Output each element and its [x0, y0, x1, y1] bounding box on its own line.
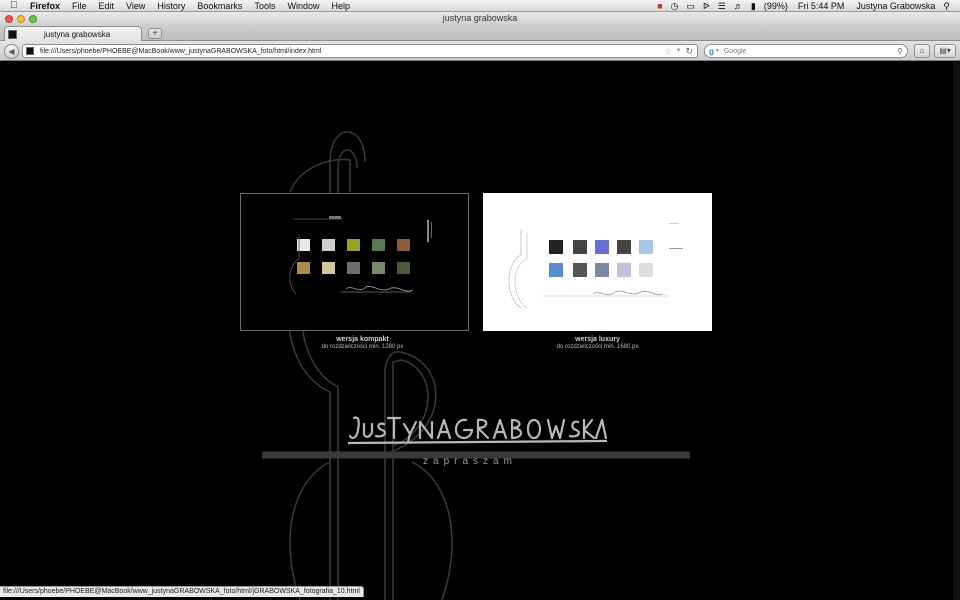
menu-history[interactable]: History: [157, 0, 185, 12]
page-content: wersja kompakt do rozdzielczości min. 12…: [0, 62, 960, 600]
time-machine-icon[interactable]: ◷: [671, 0, 679, 12]
tab-justyna-grabowska[interactable]: justyna grabowska: [4, 26, 142, 41]
thumbnail-luxury[interactable]: [483, 193, 712, 331]
menu-edit[interactable]: Edit: [99, 0, 115, 12]
monogram-lower-bowl: [289, 461, 331, 600]
battery-icon[interactable]: ▮: [751, 0, 756, 12]
spotlight-icon[interactable]: ⚲: [943, 0, 950, 12]
close-window-button[interactable]: [5, 14, 13, 23]
monogram-decoration: [262, 131, 690, 600]
window-titlebar: justyna grabowska: [0, 12, 960, 25]
favicon-icon: [8, 29, 17, 39]
menu-bar:  Firefox File Edit View History Bookmar…: [0, 0, 960, 12]
search-engine-dropdown-icon[interactable]: ▼: [715, 48, 720, 54]
bookmark-star-icon[interactable]: ☆: [664, 46, 672, 57]
tab-bar: justyna grabowska +: [0, 25, 960, 41]
menu-bookmarks[interactable]: Bookmarks: [197, 0, 242, 12]
menu-file[interactable]: File: [72, 0, 87, 12]
page-edge: [953, 62, 960, 600]
option-luxury-caption[interactable]: wersja luxury do rozdzielczości min. 168…: [483, 336, 712, 350]
zoom-window-button[interactable]: [29, 14, 37, 23]
signature-logo: [348, 416, 608, 445]
menu-tools[interactable]: Tools: [254, 0, 275, 12]
url-text[interactable]: file:///Users/phoebe/PHOEBE@MacBook/www_…: [40, 48, 321, 55]
user-name[interactable]: Justyna Grabowska: [856, 1, 935, 11]
app-status-icon[interactable]: ■: [657, 0, 662, 12]
window-title: justyna grabowska: [442, 13, 518, 23]
display-icon[interactable]: ▭: [686, 0, 695, 12]
back-button[interactable]: ◀: [4, 44, 19, 59]
window-controls: [5, 14, 41, 23]
monogram-top-hook: [289, 158, 351, 193]
search-bar[interactable]: g ▼ ⚲: [704, 44, 908, 58]
monogram-right-inner: [392, 359, 429, 600]
search-engine-icon[interactable]: g: [709, 47, 714, 56]
home-button[interactable]: ⌂: [914, 44, 930, 58]
volume-icon[interactable]: ♬: [734, 0, 743, 12]
thumbnail-kompakt[interactable]: [240, 193, 469, 331]
wifi-icon[interactable]: ☰: [718, 0, 726, 12]
option-luxury-title[interactable]: wersja luxury: [483, 336, 712, 343]
status-menus: ■ ◷ ▭ ᐉ ☰ ♬ ▮ (99%) Fri 5:44 PM Justyna …: [649, 0, 960, 12]
tab-label: justyna grabowska: [44, 29, 111, 39]
apple-icon[interactable]: : [10, 0, 22, 12]
menu-help[interactable]: Help: [331, 0, 350, 12]
status-bar-link-preview: file:///Users/phoebe/PHOEBE@MacBook/www_…: [0, 586, 364, 597]
url-history-dropdown-icon[interactable]: ▼: [676, 48, 682, 54]
navigation-toolbar: ◀ file:///Users/phoebe/PHOEBE@MacBook/ww…: [0, 41, 960, 61]
welcome-link[interactable]: zapraszam: [380, 456, 560, 467]
option-kompakt-caption[interactable]: wersja kompakt do rozdzielczości min. 12…: [248, 336, 477, 350]
kompakt-preview-image: [289, 216, 432, 295]
new-tab-button[interactable]: +: [148, 28, 162, 39]
reload-icon[interactable]: ↻: [685, 46, 693, 57]
url-bar[interactable]: file:///Users/phoebe/PHOEBE@MacBook/www_…: [22, 44, 698, 58]
option-kompakt-title[interactable]: wersja kompakt: [248, 336, 477, 343]
sidebar-toggle-button[interactable]: ▤▾: [934, 44, 956, 58]
luxury-preview-image: [508, 223, 683, 309]
menu-firefox[interactable]: Firefox: [30, 0, 60, 12]
menu-view[interactable]: View: [126, 0, 145, 12]
search-input[interactable]: [723, 47, 884, 55]
option-luxury-subtitle: do rozdzielczości min. 1680 px: [556, 344, 639, 350]
clock[interactable]: Fri 5:44 PM: [798, 1, 845, 11]
battery-percent: (99%): [763, 0, 788, 11]
minimize-window-button[interactable]: [17, 14, 25, 23]
bluetooth-icon[interactable]: ᐉ: [703, 0, 710, 12]
monogram-lower-bowl-2: [411, 461, 453, 600]
option-kompakt-subtitle: do rozdzielczości min. 1280 px: [321, 344, 404, 350]
search-icon[interactable]: ⚲: [897, 47, 903, 56]
menu-window[interactable]: Window: [287, 0, 319, 12]
site-identity-icon[interactable]: [26, 47, 34, 55]
